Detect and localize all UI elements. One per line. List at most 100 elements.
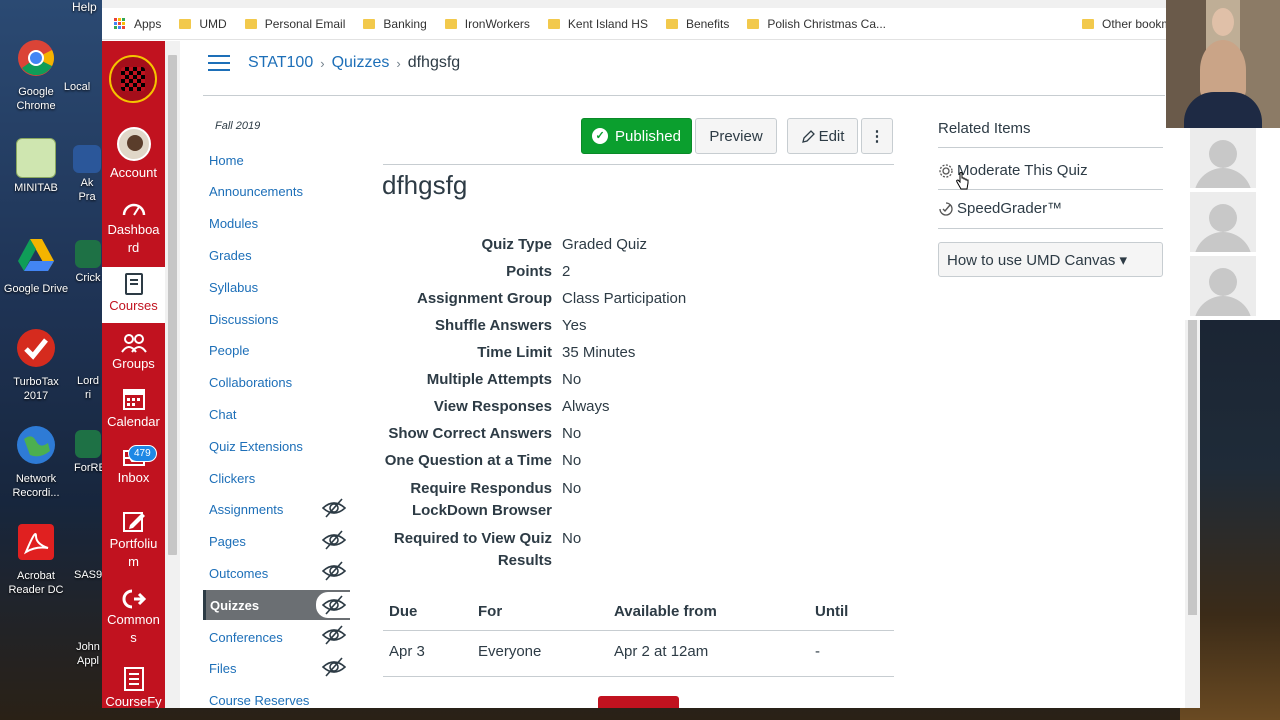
global-nav-account[interactable]: Account xyxy=(102,127,165,182)
how-to-use-canvas-dropdown[interactable]: How to use UMD Canvas ▾ xyxy=(938,242,1163,277)
course-nav-announcements[interactable]: Announcements xyxy=(203,177,350,207)
groups-icon xyxy=(120,334,147,353)
course-term: Fall 2019 xyxy=(215,120,261,132)
course-nav-assignments[interactable]: Assignments xyxy=(203,495,350,525)
desktop-icon-network-recording[interactable]: Network Recordi... xyxy=(0,425,72,500)
how-to-label: How to use UMD Canvas ▾ xyxy=(947,251,1128,269)
edit-button[interactable]: Edit xyxy=(787,118,858,154)
university-logo[interactable] xyxy=(109,55,157,103)
breadcrumb: STAT100 › Quizzes › dfhgsfg xyxy=(248,52,460,74)
course-nav-modules[interactable]: Modules xyxy=(203,209,350,239)
excel-icon xyxy=(75,240,101,268)
desktop-icon-crick[interactable]: Crick xyxy=(74,240,102,285)
course-nav-label: Modules xyxy=(209,216,259,232)
published-button[interactable]: ✓ Published xyxy=(581,118,692,154)
desktop-icon-sas[interactable]: SAS9 xyxy=(74,568,102,582)
desktop-icon-chrome[interactable]: Google Chrome xyxy=(0,38,72,113)
global-nav-label: Common s xyxy=(107,612,160,645)
scrollbar-thumb[interactable] xyxy=(168,55,177,555)
course-nav-grades[interactable]: Grades xyxy=(203,240,350,270)
global-nav-coursefy[interactable]: CourseFy xyxy=(102,667,165,708)
course-nav-chat[interactable]: Chat xyxy=(203,399,350,429)
bookmark-apps[interactable]: Apps xyxy=(114,17,161,31)
chevron-right-icon: › xyxy=(320,55,325,71)
bookmark-label: Kent Island HS xyxy=(567,16,648,31)
global-nav-calendar[interactable]: Calendar xyxy=(102,387,165,431)
speedgrader-icon xyxy=(939,201,953,216)
bookmark-kent-island-hs[interactable]: Kent Island HS xyxy=(547,16,648,31)
check-circle-icon: ✓ xyxy=(592,128,609,144)
apps-icon xyxy=(114,17,126,30)
global-nav-portfolium[interactable]: Portfoliu m xyxy=(102,509,165,571)
course-nav-label: Course Reserves xyxy=(209,693,310,708)
course-nav-pages[interactable]: Pages xyxy=(203,527,350,557)
speedgrader-link[interactable]: SpeedGrader™ xyxy=(938,200,1062,217)
quiz-title: dfhgsfg xyxy=(382,170,468,200)
bottom-action-button[interactable] xyxy=(598,696,679,708)
desktop-icon-forre[interactable]: ForRE xyxy=(74,430,102,475)
detail-label-line: Assignment Group xyxy=(416,290,552,307)
bookmark-label: Personal Email xyxy=(264,16,346,31)
global-nav-label: CourseFy xyxy=(105,694,162,708)
desktop-icon-local[interactable]: Local xyxy=(52,80,102,94)
course-nav-home[interactable]: Home xyxy=(203,145,350,175)
participant-avatar-icon[interactable] xyxy=(1190,128,1256,188)
global-nav-commons[interactable]: Common s xyxy=(102,589,165,647)
desktop-icon-google-drive[interactable]: Google Drive xyxy=(0,235,72,296)
bookmark-label: Benefits xyxy=(685,16,730,31)
course-nav-files[interactable]: Files xyxy=(203,654,350,684)
bookmark-umd[interactable]: UMD xyxy=(179,17,227,31)
course-nav-collaborations[interactable]: Collaborations xyxy=(203,368,350,398)
course-nav-people[interactable]: People xyxy=(203,336,350,366)
more-options-button[interactable]: ⋮ xyxy=(861,118,893,154)
bookmark-ironworkers[interactable]: IronWorkers xyxy=(444,17,530,31)
turbotax-icon xyxy=(17,329,55,367)
breadcrumb-course-link[interactable]: STAT100 xyxy=(248,54,313,72)
preview-button[interactable]: Preview xyxy=(695,118,777,154)
inbox-count-badge: 479 xyxy=(128,445,157,462)
desktop-icon-lord[interactable]: Lord ri xyxy=(74,374,102,402)
global-nav-label: Dashboa rd xyxy=(107,222,160,255)
desktop-icon-turbotax[interactable]: TurboTax 2017 xyxy=(0,328,72,403)
folder-icon xyxy=(747,18,760,29)
course-nav-quizzes[interactable]: Quizzes xyxy=(203,590,350,621)
participant-avatar-icon[interactable] xyxy=(1190,192,1256,252)
course-nav-syllabus[interactable]: Syllabus xyxy=(203,272,350,302)
bookmark-other[interactable]: Other bookm xyxy=(1082,17,1171,31)
bookmark-polish-christmas[interactable]: Polish Christmas Ca... xyxy=(747,17,886,31)
global-nav-dashboard[interactable]: Dashboa rd xyxy=(102,199,165,257)
due-cell: Apr 3 xyxy=(389,643,425,660)
course-nav-outcomes[interactable]: Outcomes xyxy=(203,558,350,588)
global-nav-groups[interactable]: Groups xyxy=(102,333,165,373)
gear-icon xyxy=(939,163,953,178)
course-nav-discussions[interactable]: Discussions xyxy=(203,304,350,334)
desktop-icon-label: John Appl xyxy=(76,641,100,667)
global-navigation: Account Dashboa rd Courses Groups Calend… xyxy=(102,41,165,708)
bookmark-personal-email[interactable]: Personal Email xyxy=(244,16,346,31)
detail-value: No xyxy=(562,452,582,469)
detail-label: Shuffle Answers xyxy=(352,315,552,337)
desktop-icon-label: Lord ri xyxy=(76,375,100,401)
course-nav-quiz-extensions[interactable]: Quiz Extensions xyxy=(203,431,350,461)
detail-label: Time Limit xyxy=(352,342,552,364)
breadcrumb-quizzes-link[interactable]: Quizzes xyxy=(332,54,390,72)
desktop-icon-minitab[interactable]: MINITAB xyxy=(0,138,72,195)
published-label: Published xyxy=(615,127,681,145)
course-nav-scrollbar[interactable] xyxy=(165,41,180,708)
detail-value: Class Participation xyxy=(562,290,687,307)
bookmark-banking[interactable]: Banking xyxy=(363,17,427,31)
hamburger-menu-icon[interactable] xyxy=(208,55,230,71)
desktop-icon-word[interactable]: Ak Pra xyxy=(72,145,102,204)
global-nav-courses[interactable]: Courses xyxy=(102,267,165,323)
course-nav-conferences[interactable]: Conferences xyxy=(203,622,350,652)
bookmark-benefits[interactable]: Benefits xyxy=(665,16,730,31)
desktop-icon-acrobat[interactable]: Acrobat Reader DC xyxy=(0,522,72,597)
desktop-icon-john[interactable]: John Appl xyxy=(74,640,102,668)
course-nav-clickers[interactable]: Clickers xyxy=(203,463,350,493)
global-nav-inbox[interactable]: 479 Inbox xyxy=(102,445,165,487)
participant-avatar-icon[interactable] xyxy=(1190,256,1256,316)
desktop-help-label: Help xyxy=(72,0,97,14)
course-nav-course-reserves[interactable]: Course Reserves xyxy=(203,686,350,708)
desktop-icon-label: Crick xyxy=(75,272,101,284)
bookmark-label: Polish Christmas Ca... xyxy=(767,16,887,31)
